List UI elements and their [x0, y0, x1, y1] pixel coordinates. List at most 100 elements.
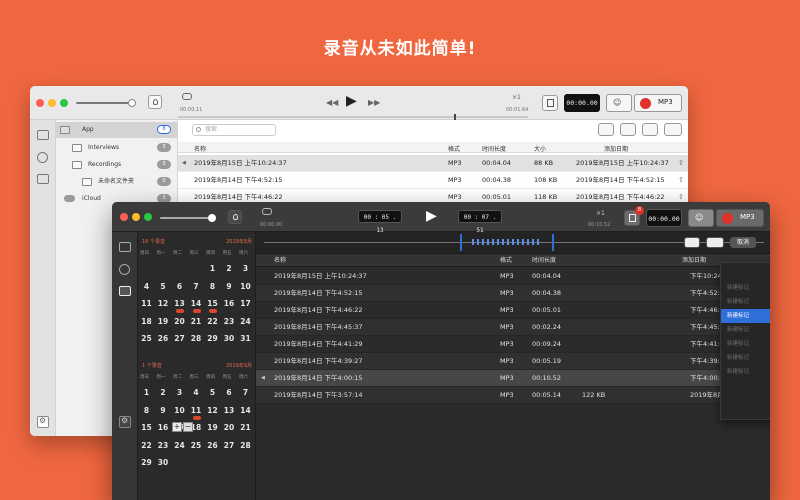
calendar-day[interactable]: 21: [188, 317, 205, 326]
position-total[interactable]: 00 : 07 . 51: [458, 210, 502, 234]
calendar-day[interactable]: 25: [138, 334, 155, 343]
calendar-day[interactable]: 12: [204, 406, 221, 415]
notes-button[interactable]: [542, 95, 558, 111]
mark-item[interactable]: 00:00.18: [721, 267, 770, 281]
calendar-day[interactable]: 3: [237, 264, 254, 273]
clock-icon[interactable]: [37, 152, 48, 163]
calendar-day[interactable]: 4: [188, 388, 205, 397]
sidebar-item-app[interactable]: App 8: [56, 122, 177, 138]
settings-button[interactable]: ⚙: [119, 416, 131, 428]
calendar-day[interactable]: 18: [138, 317, 155, 326]
calendar-day[interactable]: 14: [237, 406, 254, 415]
calendar-day[interactable]: 11: [188, 406, 205, 420]
waveform-action-1[interactable]: [684, 237, 700, 248]
calendar-icon[interactable]: [37, 174, 49, 184]
calendar-day[interactable]: 23: [155, 441, 172, 450]
calendar-day[interactable]: 15: [204, 299, 221, 313]
people-button[interactable]: [228, 210, 242, 224]
calendar-day[interactable]: 7: [237, 388, 254, 397]
record-button[interactable]: MP3: [716, 209, 764, 227]
calendar-day[interactable]: 24: [171, 441, 188, 450]
calendar-day[interactable]: 3: [171, 388, 188, 397]
mark-item[interactable]: 新建标记00:01.40: [721, 323, 770, 337]
minimize-button[interactable]: [48, 99, 56, 107]
calendar-day[interactable]: 30: [155, 458, 172, 467]
library-icon[interactable]: [37, 130, 49, 140]
close-button[interactable]: [36, 99, 44, 107]
table-row[interactable]: 2019年8月14日 下午4:46:22 MP3 00:05.01 下午4:46:22…: [256, 302, 770, 319]
sidebar-item-untitled-folder[interactable]: 未命名文件夹 0: [56, 174, 177, 190]
calendar-day[interactable]: 22: [204, 317, 221, 326]
volume-slider[interactable]: [160, 214, 216, 222]
calendar-day[interactable]: 13: [221, 406, 238, 415]
view-toggle-1[interactable]: [598, 123, 614, 136]
calendar-day[interactable]: 27: [171, 334, 188, 343]
calendar-day[interactable]: 20: [221, 423, 238, 432]
calendar-day[interactable]: 8: [204, 282, 221, 291]
view-toggle-4[interactable]: [664, 123, 682, 136]
calendar-day[interactable]: 9: [155, 406, 172, 415]
calendar-day[interactable]: 21: [237, 423, 254, 432]
waveform-action-2[interactable]: [706, 237, 724, 248]
calendar-day[interactable]: 9: [221, 282, 238, 291]
mark-item[interactable]: 新建标记00:01.54: [721, 337, 770, 351]
close-button[interactable]: [120, 213, 128, 221]
volume-slider[interactable]: [76, 99, 136, 107]
column-date[interactable]: 添加日期: [682, 254, 706, 267]
calendar-day[interactable]: 15: [138, 423, 155, 432]
add-button[interactable]: +: [172, 422, 182, 432]
search-input[interactable]: 搜索: [192, 124, 276, 136]
calendar-day[interactable]: 12: [155, 299, 172, 308]
calendar-day[interactable]: 29: [204, 334, 221, 343]
play-icon[interactable]: ▶: [426, 208, 437, 224]
table-row[interactable]: ◀ 2019年8月15日 上午10:24:37 MP3 00:04.04 88 …: [178, 155, 688, 172]
calendar-day[interactable]: 16: [221, 299, 238, 308]
calendar-day[interactable]: 1: [138, 388, 155, 397]
column-duration[interactable]: 时间长度: [482, 144, 506, 153]
calendar-day[interactable]: 19: [204, 423, 221, 432]
calendar-day[interactable]: 5: [204, 388, 221, 397]
voice-button[interactable]: ☺: [688, 209, 714, 227]
calendar-day[interactable]: 2: [155, 388, 172, 397]
column-size[interactable]: 大小: [534, 144, 546, 153]
rewind-icon[interactable]: ◀◀: [326, 98, 338, 107]
position-current[interactable]: 00 : 05 . 13: [358, 210, 402, 234]
share-icon[interactable]: ⇧: [678, 155, 684, 172]
column-date[interactable]: 添加日期: [604, 144, 628, 153]
calendar-day[interactable]: 19: [155, 317, 172, 326]
table-row[interactable]: 2019年8月14日 下午4:45:37 MP3 00:02.24 下午4:45:37…: [256, 319, 770, 336]
table-row[interactable]: 2019年8月14日 下午3:57:14 MP3 00:05.14 122 KB 201…: [256, 387, 770, 404]
calendar-day[interactable]: 24: [237, 317, 254, 326]
calendar-icon[interactable]: [119, 286, 131, 296]
column-name[interactable]: 名称: [274, 254, 286, 267]
zoom-button[interactable]: [144, 213, 152, 221]
table-row[interactable]: 2019年8月14日 下午4:39:27 MP3 00:05.19 下午4:39:27…: [256, 353, 770, 370]
calendar-day[interactable]: 10: [171, 406, 188, 415]
loop-icon[interactable]: [182, 93, 192, 100]
calendar-day[interactable]: 6: [171, 282, 188, 291]
calendar-day[interactable]: 22: [138, 441, 155, 450]
calendar-day[interactable]: 23: [221, 317, 238, 326]
minimize-button[interactable]: [132, 213, 140, 221]
table-row[interactable]: 2019年8月14日 下午4:52:15 MP3 00:04.38 108 KB…: [178, 172, 688, 189]
library-icon[interactable]: [119, 242, 131, 252]
table-row[interactable]: 2019年8月14日 下午4:00:15 MP3 00:10.52 下午4:00:15…: [256, 370, 770, 387]
calendar-day[interactable]: 17: [237, 299, 254, 308]
mark-item[interactable]: 新建标记00:01.12: [721, 309, 770, 323]
calendar-day[interactable]: 4: [138, 282, 155, 291]
calendar-day[interactable]: 2: [221, 264, 238, 273]
waveform-editor[interactable]: 取消: [256, 232, 770, 254]
settings-button[interactable]: ⚙: [37, 416, 49, 428]
calendar-day[interactable]: 7: [188, 282, 205, 291]
share-icon[interactable]: ⇧: [678, 172, 684, 189]
calendar-day[interactable]: 31: [237, 334, 254, 343]
calendar-day[interactable]: 28: [188, 334, 205, 343]
play-icon[interactable]: ▶: [346, 93, 357, 109]
calendar-day[interactable]: 14: [188, 299, 205, 313]
table-row[interactable]: 2019年8月14日 下午4:41:29 MP3 00:09.24 下午4:41:29…: [256, 336, 770, 353]
calendar-month[interactable]: 2019年9月: [226, 362, 252, 369]
mark-item[interactable]: 新建标记00:01.66: [721, 351, 770, 365]
mark-item[interactable]: 新建标记00:00.41: [721, 281, 770, 295]
calendar-month[interactable]: 2019年8月: [226, 238, 252, 245]
column-format[interactable]: 格式: [500, 254, 512, 267]
